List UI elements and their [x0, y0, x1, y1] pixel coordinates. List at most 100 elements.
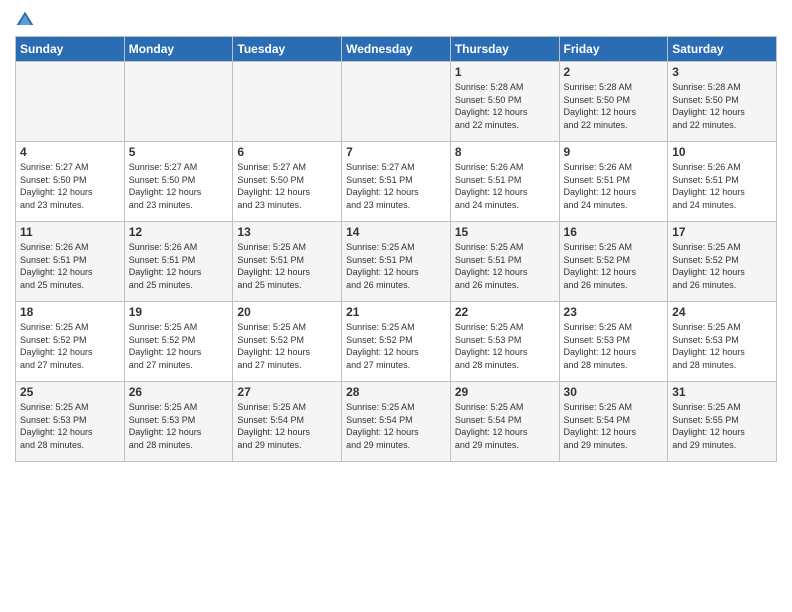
day-info: Sunrise: 5:25 AMSunset: 5:52 PMDaylight:… [672, 241, 772, 291]
page-header [15, 10, 777, 30]
day-info: Sunrise: 5:25 AMSunset: 5:54 PMDaylight:… [455, 401, 555, 451]
day-info: Sunrise: 5:26 AMSunset: 5:51 PMDaylight:… [455, 161, 555, 211]
column-header-friday: Friday [559, 37, 668, 62]
calendar-cell: 20 Sunrise: 5:25 AMSunset: 5:52 PMDayligh… [233, 302, 342, 382]
day-info: Sunrise: 5:25 AMSunset: 5:53 PMDaylight:… [455, 321, 555, 371]
calendar-cell: 27 Sunrise: 5:25 AMSunset: 5:54 PMDayligh… [233, 382, 342, 462]
day-info: Sunrise: 5:25 AMSunset: 5:52 PMDaylight:… [129, 321, 229, 371]
calendar-cell: 11 Sunrise: 5:26 AMSunset: 5:51 PMDayligh… [16, 222, 125, 302]
logo-icon [15, 10, 35, 30]
day-number: 3 [672, 65, 772, 79]
day-info: Sunrise: 5:26 AMSunset: 5:51 PMDaylight:… [129, 241, 229, 291]
calendar-cell [233, 62, 342, 142]
calendar-cell: 12 Sunrise: 5:26 AMSunset: 5:51 PMDayligh… [124, 222, 233, 302]
day-number: 7 [346, 145, 446, 159]
day-number: 21 [346, 305, 446, 319]
calendar-cell: 1Sunrise: 5:28 AMSunset: 5:50 PMDaylight… [450, 62, 559, 142]
day-number: 19 [129, 305, 229, 319]
day-number: 10 [672, 145, 772, 159]
calendar-cell: 24 Sunrise: 5:25 AMSunset: 5:53 PMDayligh… [668, 302, 777, 382]
day-info: Sunrise: 5:25 AMSunset: 5:54 PMDaylight:… [564, 401, 664, 451]
day-number: 8 [455, 145, 555, 159]
column-header-wednesday: Wednesday [342, 37, 451, 62]
calendar-cell: 4 Sunrise: 5:27 AMSunset: 5:50 PMDaylight… [16, 142, 125, 222]
day-info: Sunrise: 5:27 AMSunset: 5:51 PMDaylight:… [346, 161, 446, 211]
day-info: Sunrise: 5:25 AMSunset: 5:54 PMDaylight:… [237, 401, 337, 451]
calendar-table: SundayMondayTuesdayWednesdayThursdayFrid… [15, 36, 777, 462]
day-info: Sunrise: 5:25 AMSunset: 5:52 PMDaylight:… [346, 321, 446, 371]
day-info: Sunrise: 5:25 AMSunset: 5:55 PMDaylight:… [672, 401, 772, 451]
week-row-2: 4 Sunrise: 5:27 AMSunset: 5:50 PMDaylight… [16, 142, 777, 222]
day-info: Sunrise: 5:28 AMSunset: 5:50 PMDaylight:… [564, 81, 664, 131]
day-info: Sunrise: 5:25 AMSunset: 5:54 PMDaylight:… [346, 401, 446, 451]
day-number: 24 [672, 305, 772, 319]
day-number: 15 [455, 225, 555, 239]
day-info: Sunrise: 5:27 AMSunset: 5:50 PMDaylight:… [20, 161, 120, 211]
day-number: 29 [455, 385, 555, 399]
week-row-3: 11 Sunrise: 5:26 AMSunset: 5:51 PMDayligh… [16, 222, 777, 302]
calendar-cell: 26 Sunrise: 5:25 AMSunset: 5:53 PMDayligh… [124, 382, 233, 462]
calendar-cell [124, 62, 233, 142]
day-info: Sunrise: 5:25 AMSunset: 5:52 PMDaylight:… [564, 241, 664, 291]
day-info: Sunrise: 5:25 AMSunset: 5:53 PMDaylight:… [20, 401, 120, 451]
day-info: Sunrise: 5:25 AMSunset: 5:53 PMDaylight:… [129, 401, 229, 451]
day-number: 30 [564, 385, 664, 399]
calendar-cell: 10 Sunrise: 5:26 AMSunset: 5:51 PMDayligh… [668, 142, 777, 222]
calendar-cell: 13Sunrise: 5:25 AMSunset: 5:51 PMDayligh… [233, 222, 342, 302]
calendar-cell [342, 62, 451, 142]
calendar-cell: 23 Sunrise: 5:25 AMSunset: 5:53 PMDayligh… [559, 302, 668, 382]
day-number: 31 [672, 385, 772, 399]
column-header-tuesday: Tuesday [233, 37, 342, 62]
calendar-cell: 28 Sunrise: 5:25 AMSunset: 5:54 PMDayligh… [342, 382, 451, 462]
day-info: Sunrise: 5:25 AMSunset: 5:53 PMDaylight:… [564, 321, 664, 371]
calendar-cell: 2 Sunrise: 5:28 AMSunset: 5:50 PMDaylight… [559, 62, 668, 142]
day-info: Sunrise: 5:27 AMSunset: 5:50 PMDaylight:… [237, 161, 337, 211]
calendar-cell: 30 Sunrise: 5:25 AMSunset: 5:54 PMDayligh… [559, 382, 668, 462]
calendar-cell [16, 62, 125, 142]
day-info: Sunrise: 5:26 AMSunset: 5:51 PMDaylight:… [672, 161, 772, 211]
header-row: SundayMondayTuesdayWednesdayThursdayFrid… [16, 37, 777, 62]
week-row-4: 18Sunrise: 5:25 AMSunset: 5:52 PMDayligh… [16, 302, 777, 382]
calendar-cell: 31 Sunrise: 5:25 AMSunset: 5:55 PMDayligh… [668, 382, 777, 462]
column-header-monday: Monday [124, 37, 233, 62]
week-row-5: 25 Sunrise: 5:25 AMSunset: 5:53 PMDayligh… [16, 382, 777, 462]
calendar-cell: 5 Sunrise: 5:27 AMSunset: 5:50 PMDaylight… [124, 142, 233, 222]
day-number: 23 [564, 305, 664, 319]
day-info: Sunrise: 5:25 AMSunset: 5:52 PMDaylight:… [20, 321, 120, 371]
day-info: Sunrise: 5:27 AMSunset: 5:50 PMDaylight:… [129, 161, 229, 211]
calendar-cell: 15 Sunrise: 5:25 AMSunset: 5:51 PMDayligh… [450, 222, 559, 302]
day-number: 27 [237, 385, 337, 399]
day-info: Sunrise: 5:26 AMSunset: 5:51 PMDaylight:… [20, 241, 120, 291]
day-info: Sunrise: 5:25 AMSunset: 5:52 PMDaylight:… [237, 321, 337, 371]
day-info: Sunrise: 5:25 AMSunset: 5:53 PMDaylight:… [672, 321, 772, 371]
calendar-cell: 9Sunrise: 5:26 AMSunset: 5:51 PMDaylight… [559, 142, 668, 222]
calendar-cell: 8 Sunrise: 5:26 AMSunset: 5:51 PMDaylight… [450, 142, 559, 222]
day-number: 5 [129, 145, 229, 159]
day-number: 4 [20, 145, 120, 159]
day-info: Sunrise: 5:28 AMSunset: 5:50 PMDaylight:… [672, 81, 772, 131]
column-header-saturday: Saturday [668, 37, 777, 62]
calendar-cell: 29 Sunrise: 5:25 AMSunset: 5:54 PMDayligh… [450, 382, 559, 462]
day-number: 14 [346, 225, 446, 239]
day-number: 2 [564, 65, 664, 79]
day-number: 26 [129, 385, 229, 399]
calendar-cell: 22 Sunrise: 5:25 AMSunset: 5:53 PMDayligh… [450, 302, 559, 382]
day-info: Sunrise: 5:25 AMSunset: 5:51 PMDaylight:… [455, 241, 555, 291]
day-number: 22 [455, 305, 555, 319]
day-number: 25 [20, 385, 120, 399]
day-number: 16 [564, 225, 664, 239]
day-number: 20 [237, 305, 337, 319]
calendar-cell: 6 Sunrise: 5:27 AMSunset: 5:50 PMDaylight… [233, 142, 342, 222]
column-header-sunday: Sunday [16, 37, 125, 62]
day-number: 17 [672, 225, 772, 239]
day-info: Sunrise: 5:26 AMSunset: 5:51 PMDaylight:… [564, 161, 664, 211]
day-number: 6 [237, 145, 337, 159]
calendar-cell: 25 Sunrise: 5:25 AMSunset: 5:53 PMDayligh… [16, 382, 125, 462]
day-number: 28 [346, 385, 446, 399]
calendar-cell: 16 Sunrise: 5:25 AMSunset: 5:52 PMDayligh… [559, 222, 668, 302]
day-number: 12 [129, 225, 229, 239]
calendar-cell: 14Sunrise: 5:25 AMSunset: 5:51 PMDayligh… [342, 222, 451, 302]
week-row-1: 1Sunrise: 5:28 AMSunset: 5:50 PMDaylight… [16, 62, 777, 142]
day-number: 13 [237, 225, 337, 239]
day-number: 11 [20, 225, 120, 239]
